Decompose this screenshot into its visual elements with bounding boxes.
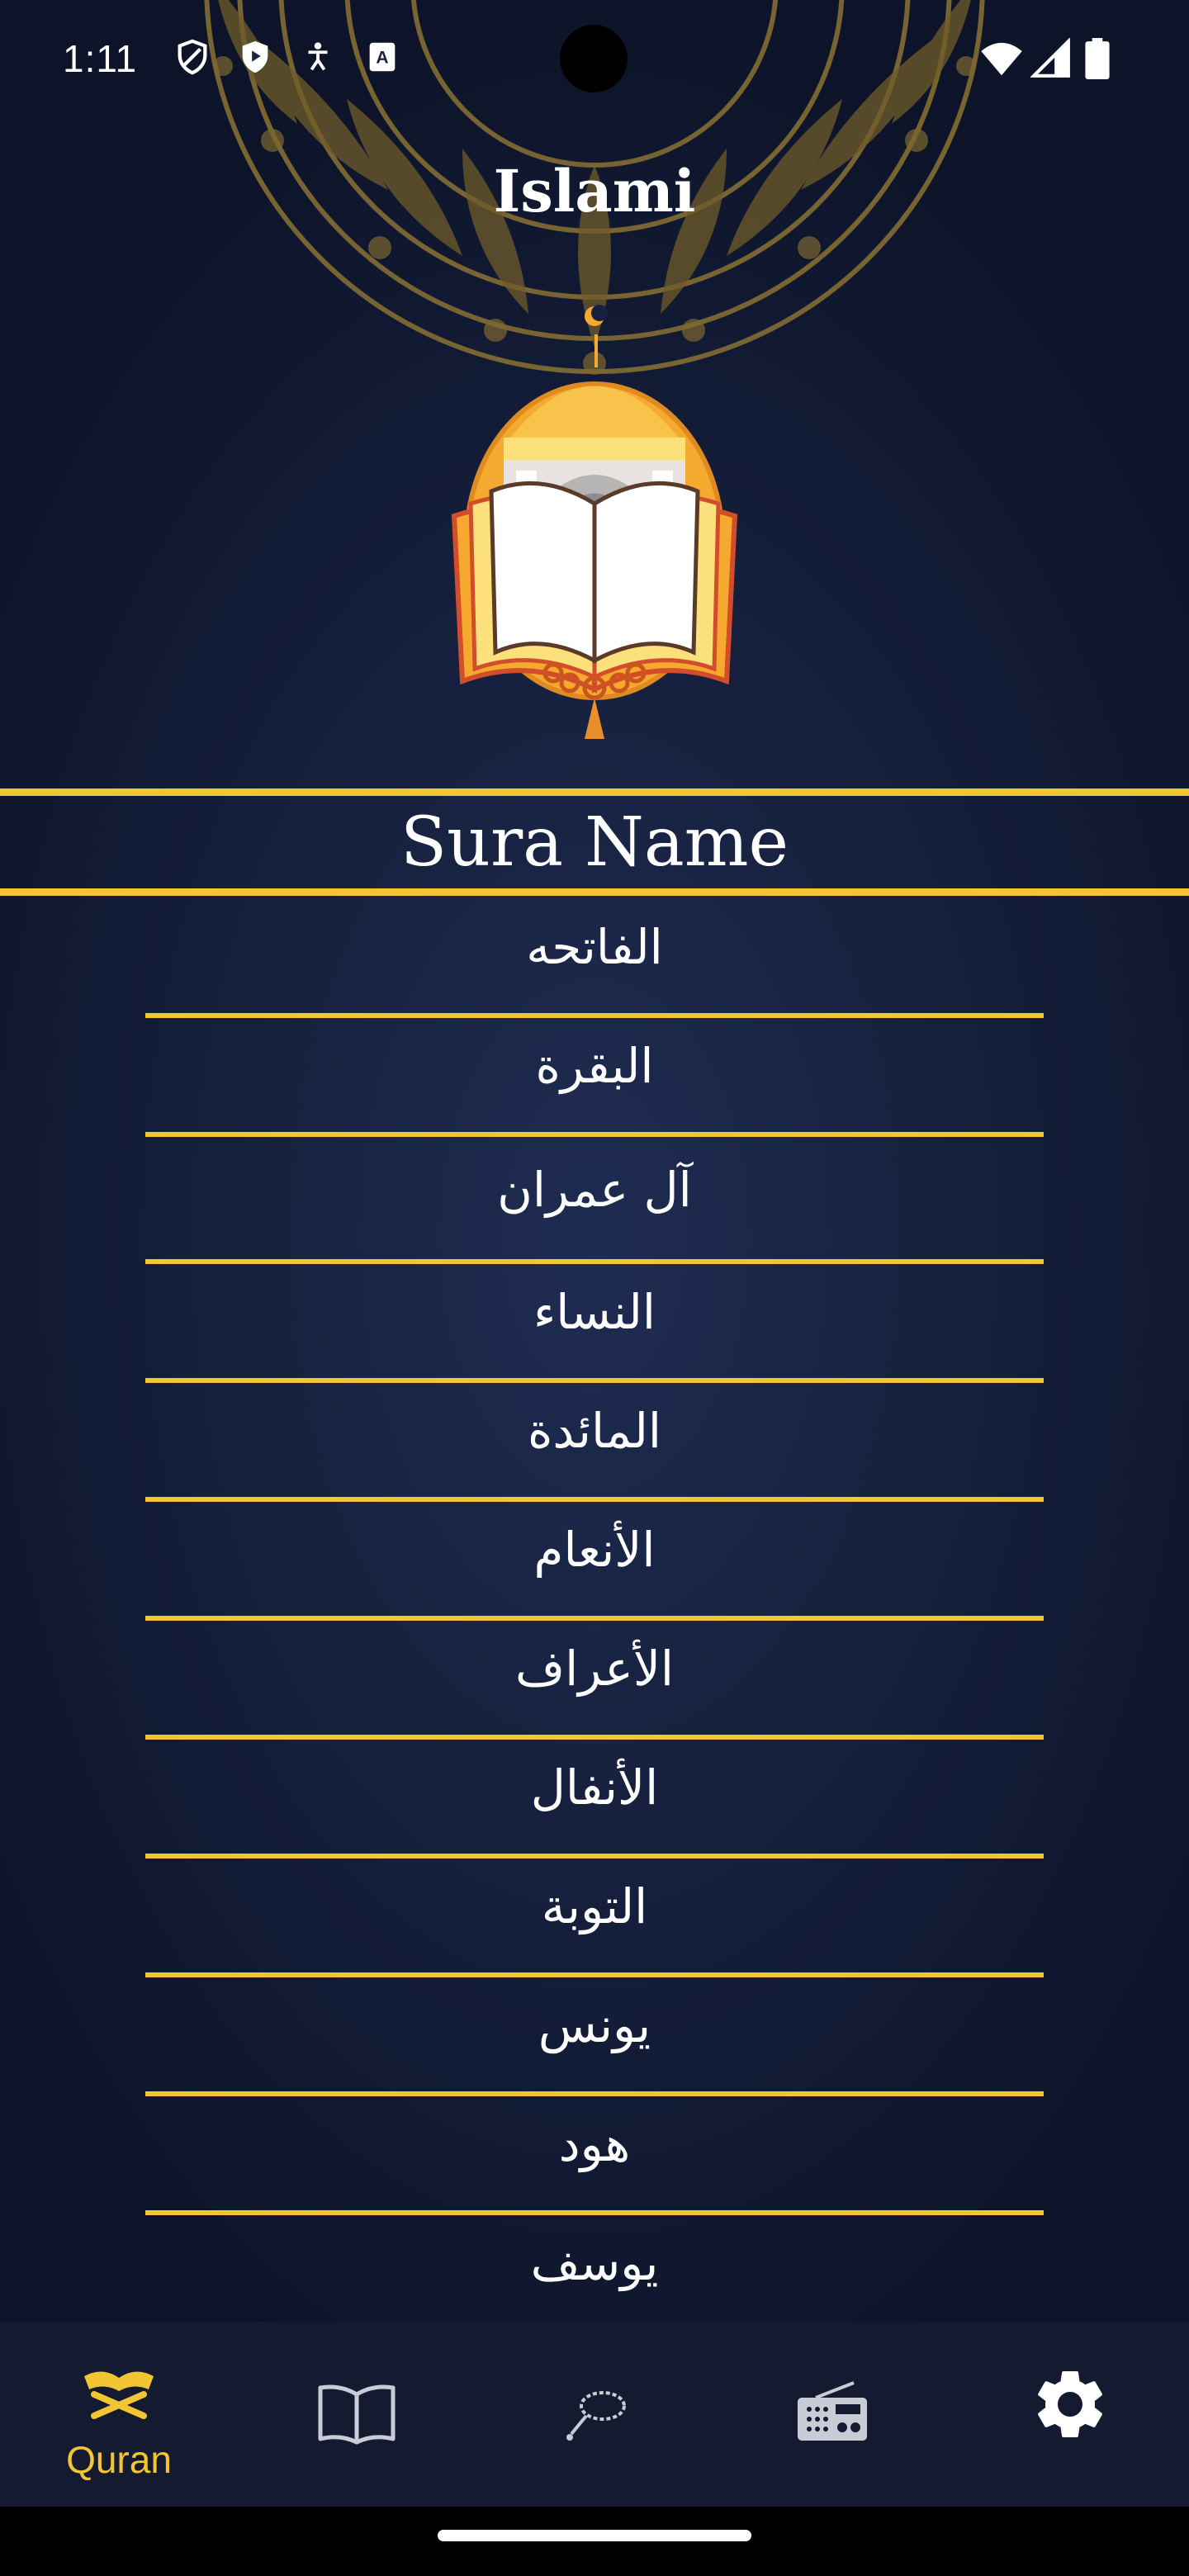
sura-item-al-maida[interactable]: المائدة [0, 1403, 1189, 1459]
nav-item-quran[interactable]: Quran [0, 2322, 238, 2507]
sura-item-yunus[interactable]: يونس [0, 1997, 1189, 2053]
status-time: 1:11 [63, 37, 138, 80]
radio-icon [798, 2381, 867, 2441]
sura-item-yusuf[interactable]: يوسف [0, 2235, 1189, 2291]
gesture-navigation-area [0, 2507, 1189, 2576]
nav-item-hadeth[interactable] [238, 2322, 476, 2507]
sura-divider [145, 1616, 1044, 1621]
sura-divider [145, 2210, 1044, 2215]
sura-item-al-imran[interactable]: آل عمران [0, 1162, 1189, 1218]
sura-divider [145, 2091, 1044, 2096]
sura-item-al-fatiha[interactable]: الفاتحه [0, 919, 1189, 975]
nav-item-tasbeeh[interactable] [476, 2322, 713, 2507]
sura-divider [145, 1132, 1044, 1137]
settings-icon [1038, 2371, 1102, 2437]
sura-item-al-baqara[interactable]: البقرة [0, 1038, 1189, 1094]
sura-divider [145, 1378, 1044, 1383]
nav-item-radio[interactable] [713, 2322, 951, 2507]
sura-item-al-araf[interactable]: الأعراف [0, 1641, 1189, 1697]
tasbeeh-icon [566, 2391, 626, 2441]
bottom-navigation: Quran [0, 2322, 1189, 2507]
sura-item-hud[interactable]: هود [0, 2116, 1189, 2172]
book-icon [318, 2384, 396, 2445]
nav-item-settings[interactable] [951, 2322, 1189, 2507]
sura-list[interactable]: الفاتحه البقرة آل عمران النساء المائدة ا… [0, 896, 1189, 2324]
camera-cutout [560, 25, 628, 92]
shield-icon [178, 39, 207, 75]
sura-list-header: Sura Name [0, 788, 1189, 896]
quran-mosque-logo [451, 305, 738, 739]
sura-divider [145, 1854, 1044, 1859]
status-bar: 1:11 A [0, 0, 1189, 124]
wifi-icon [981, 42, 1022, 76]
sura-header-title: Sura Name [400, 803, 789, 882]
keyboard-a-icon: A [369, 42, 396, 72]
play-protect-icon [242, 40, 268, 73]
sura-divider [145, 1735, 1044, 1740]
sura-divider [145, 1972, 1044, 1977]
sura-divider [145, 1259, 1044, 1264]
app-title: Islami [493, 157, 696, 225]
sura-item-at-tawba[interactable]: التوبة [0, 1878, 1189, 1934]
sura-item-al-anam[interactable]: الأنعام [0, 1522, 1189, 1578]
battery-icon [1085, 38, 1110, 79]
sura-divider [145, 1497, 1044, 1502]
sura-item-an-nisa[interactable]: النساء [0, 1284, 1189, 1340]
nav-label-quran: Quran [66, 2438, 172, 2481]
sura-divider [145, 1013, 1044, 1018]
sura-item-al-anfal[interactable]: الأنفال [0, 1759, 1189, 1816]
home-indicator[interactable] [438, 2530, 751, 2541]
accessibility-icon [308, 42, 328, 71]
quran-icon [84, 2371, 154, 2419]
signal-icon [1030, 38, 1070, 78]
app-screen: 1:11 A Islami Sura Name الفاتحه البقرة آ… [0, 0, 1189, 2576]
svg-text:A: A [376, 49, 388, 68]
